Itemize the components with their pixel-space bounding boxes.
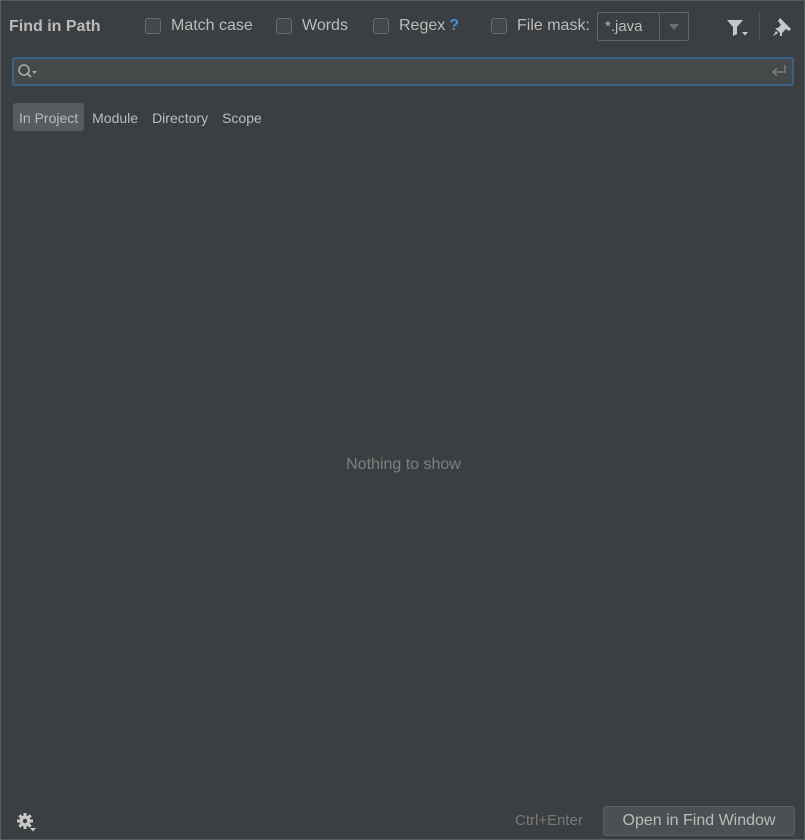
dialog-title: Find in Path: [9, 18, 101, 35]
search-input[interactable]: [44, 59, 762, 86]
chevron-down-icon: [669, 23, 679, 30]
multiline-enter-icon[interactable]: [770, 63, 788, 79]
file-mask-option[interactable]: File mask:: [491, 17, 590, 35]
empty-results-text: Nothing to show: [346, 456, 461, 473]
open-in-find-window-button[interactable]: Open in Find Window: [603, 806, 795, 836]
match-case-checkbox[interactable]: [145, 18, 161, 34]
tab-module[interactable]: Module: [86, 103, 144, 131]
search-icon[interactable]: [17, 63, 39, 81]
toolbar-separator: [759, 13, 760, 41]
gear-icon[interactable]: [15, 811, 37, 833]
regex-label: Regex: [399, 17, 446, 34]
tab-directory[interactable]: Directory: [146, 103, 214, 131]
match-case-option[interactable]: Match case: [145, 17, 253, 35]
tab-in-project[interactable]: In Project: [13, 103, 85, 131]
file-mask-combo[interactable]: *.java: [597, 12, 689, 41]
words-option[interactable]: Words: [276, 17, 348, 35]
shortcut-hint: Ctrl+Enter: [515, 812, 583, 829]
file-mask-label: File mask:: [517, 17, 590, 34]
filter-icon[interactable]: [725, 17, 749, 39]
search-field[interactable]: [12, 57, 794, 86]
pin-icon[interactable]: [771, 16, 793, 38]
words-checkbox[interactable]: [276, 18, 292, 34]
file-mask-checkbox[interactable]: [491, 18, 507, 34]
find-in-path-dialog: Find in Path Match case Words Regex ? Fi…: [0, 0, 805, 840]
regex-checkbox[interactable]: [373, 18, 389, 34]
file-mask-dropdown-button[interactable]: [659, 13, 688, 40]
regex-option[interactable]: Regex ?: [373, 17, 459, 35]
words-label: Words: [302, 17, 348, 34]
regex-help-link[interactable]: ?: [449, 17, 459, 35]
match-case-label: Match case: [171, 17, 253, 34]
tab-scope[interactable]: Scope: [216, 103, 268, 131]
scope-tabs: In Project Module Directory Scope: [13, 103, 270, 131]
file-mask-value[interactable]: *.java: [598, 13, 659, 40]
